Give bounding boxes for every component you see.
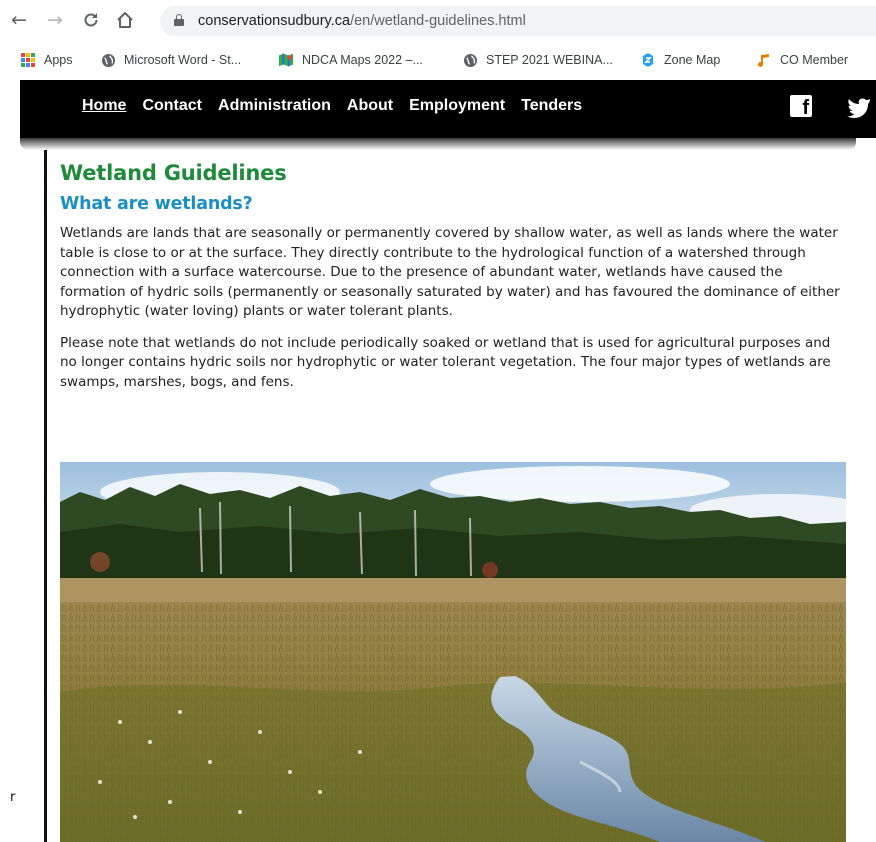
page-title: Wetland Guidelines bbox=[60, 161, 287, 185]
browser-toolbar: ← → conservationsudbury.ca/en/wetland-gu… bbox=[0, 0, 876, 42]
address-bar[interactable]: conservationsudbury.ca/en/wetland-guidel… bbox=[160, 6, 876, 36]
paragraph-definition: Wetlands are lands that are seasonally o… bbox=[60, 225, 840, 319]
section-heading: What are wetlands? bbox=[60, 194, 253, 214]
forward-arrow-icon[interactable]: → bbox=[44, 9, 66, 31]
bookmark-ndca-maps[interactable]: NDCA Maps 2022 –... bbox=[278, 51, 423, 69]
nav-administration[interactable]: Administration bbox=[218, 97, 331, 115]
bookmark-label: Microsoft Word - St... bbox=[124, 53, 242, 67]
home-icon[interactable] bbox=[114, 9, 136, 31]
bookmark-label: STEP 2021 WEBINA... bbox=[486, 53, 613, 67]
bookmark-label: CO Member bbox=[780, 53, 849, 67]
bookmark-step-2021[interactable]: STEP 2021 WEBINA... bbox=[462, 51, 613, 69]
back-arrow-icon[interactable]: ← bbox=[8, 9, 30, 31]
stray-glyph: r bbox=[10, 790, 16, 805]
maps-icon bbox=[278, 52, 294, 68]
nav-home[interactable]: Home bbox=[82, 97, 126, 115]
bookmarks-bar: Apps Microsoft Word - St... NDCA Maps 20… bbox=[0, 42, 876, 76]
bookmark-microsoft-word[interactable]: Microsoft Word - St... bbox=[100, 51, 241, 69]
url-host: conservationsudbury.ca bbox=[198, 13, 351, 29]
lock-icon[interactable] bbox=[174, 14, 184, 26]
main-menu: Home Contact Administration About Employ… bbox=[82, 97, 582, 115]
globe-icon bbox=[462, 52, 478, 68]
nav-employment[interactable]: Employment bbox=[409, 97, 505, 115]
nav-contact[interactable]: Contact bbox=[142, 97, 202, 115]
bookmark-label: Apps bbox=[44, 53, 73, 67]
bookmark-label: Zone Map bbox=[664, 53, 721, 67]
bookmark-zone-map[interactable]: Zone Map bbox=[640, 51, 720, 69]
nav-about[interactable]: About bbox=[347, 97, 393, 115]
url-text[interactable]: conservationsudbury.ca/en/wetland-guidel… bbox=[198, 13, 526, 29]
facebook-icon[interactable]: f bbox=[790, 95, 812, 118]
site-navigation-bar: Home Contact Administration About Employ… bbox=[20, 80, 876, 138]
wetland-photo bbox=[60, 462, 846, 842]
paragraph-note: Please note that wetlands do not include… bbox=[60, 334, 831, 390]
bookmark-apps[interactable]: Apps bbox=[20, 51, 73, 69]
nav-shadow-divider bbox=[20, 138, 856, 150]
nav-tenders[interactable]: Tenders bbox=[521, 97, 582, 115]
url-path: /en/wetland-guidelines.html bbox=[350, 13, 526, 29]
bookmark-label: NDCA Maps 2022 –... bbox=[302, 53, 423, 67]
twitter-icon[interactable] bbox=[840, 95, 876, 119]
main-content: Wetland Guidelines What are wetlands? We… bbox=[60, 160, 850, 392]
zone-map-icon bbox=[640, 52, 656, 68]
apps-grid-icon bbox=[20, 52, 36, 68]
globe-icon bbox=[100, 52, 116, 68]
reload-icon[interactable] bbox=[80, 9, 102, 31]
bookmark-co-member[interactable]: CO Member bbox=[756, 51, 848, 69]
music-note-icon bbox=[756, 52, 772, 68]
content-left-border bbox=[44, 150, 47, 842]
